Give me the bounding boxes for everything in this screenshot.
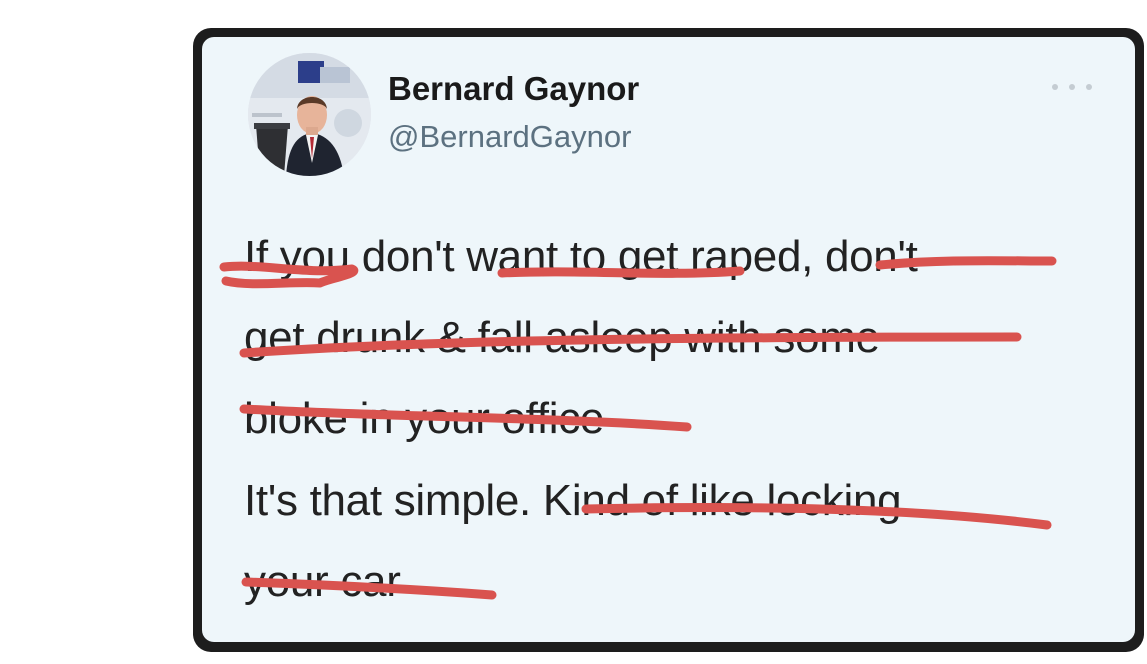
user-handle[interactable]: @BernardGaynor — [388, 119, 631, 155]
tweet-text-line-2: get drunk & fall asleep with some — [244, 313, 880, 362]
tweet-card: Bernard Gaynor @BernardGaynor If you don… — [202, 37, 1135, 642]
tweet-text-line-4: It's that simple. Kind of like locking — [244, 476, 902, 525]
tweet-text-line-1: If you don't want to get raped, don't — [244, 232, 918, 281]
ellipsis-dot — [1086, 84, 1092, 90]
avatar[interactable] — [248, 53, 371, 176]
ellipsis-dot — [1052, 84, 1058, 90]
tweet-text-line-5: your car — [244, 557, 401, 606]
profile-photo — [248, 53, 371, 176]
more-options-icon[interactable] — [1052, 77, 1092, 97]
display-name[interactable]: Bernard Gaynor — [388, 70, 639, 108]
ellipsis-dot — [1069, 84, 1075, 90]
tweet-text-line-3: bloke in your office — [244, 394, 605, 443]
